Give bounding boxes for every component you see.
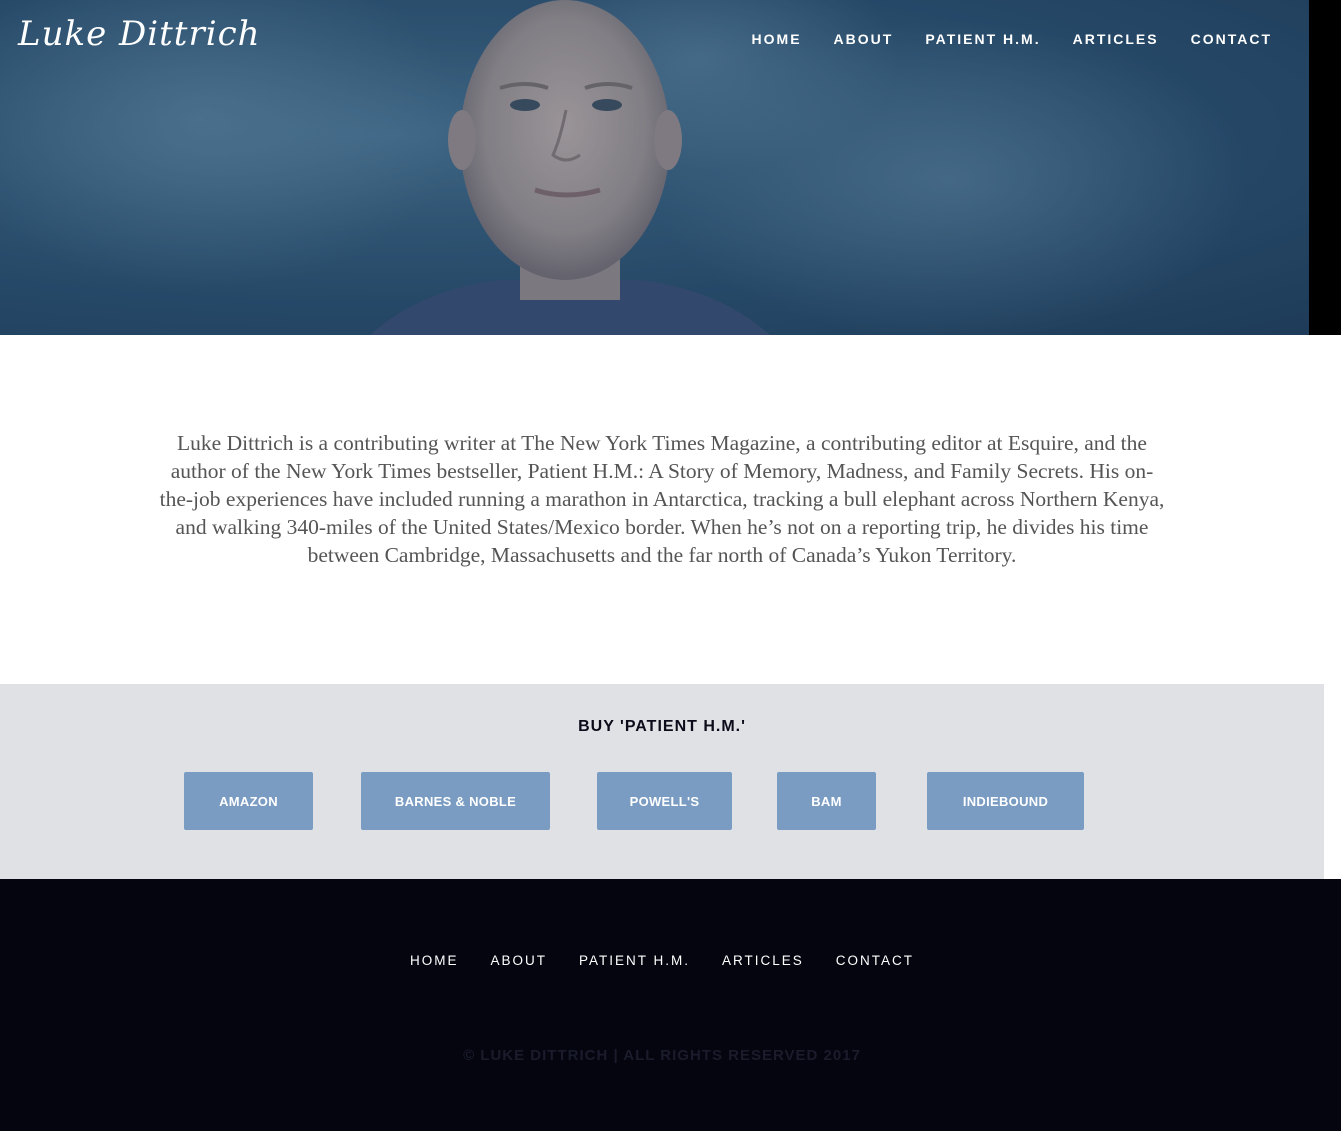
barnes-noble-button[interactable]: BARNES & NOBLE (361, 772, 550, 830)
buy-section: BUY 'PATIENT H.M.' AMAZON BARNES & NOBLE… (0, 684, 1324, 879)
footer-nav-patient-hm[interactable]: PATIENT H.M. (579, 953, 690, 968)
nav-articles[interactable]: ARTICLES (1073, 31, 1159, 47)
site-logo[interactable]: Luke Dittrich (18, 14, 261, 54)
top-nav: HOME ABOUT PATIENT H.M. ARTICLES CONTACT (720, 31, 1272, 47)
footer-nav-articles[interactable]: ARTICLES (722, 953, 804, 968)
amazon-button[interactable]: AMAZON (184, 772, 313, 830)
nav-patient-hm[interactable]: PATIENT H.M. (925, 31, 1040, 47)
bio-section: Luke Dittrich is a contributing writer a… (0, 335, 1324, 684)
copyright-text: © LUKE DITTRICH | ALL RIGHTS RESERVED 20… (463, 1047, 861, 1064)
footer-nav-contact[interactable]: CONTACT (836, 953, 914, 968)
footer-nav-about[interactable]: ABOUT (490, 953, 547, 968)
bio-text: Luke Dittrich is a contributing writer a… (159, 431, 1165, 567)
nav-home[interactable]: HOME (752, 31, 802, 47)
hero-banner: Luke Dittrich HOME ABOUT PATIENT H.M. AR… (0, 0, 1309, 335)
footer: HOME ABOUT PATIENT H.M. ARTICLES CONTACT… (0, 879, 1341, 1131)
page: Luke Dittrich HOME ABOUT PATIENT H.M. AR… (0, 0, 1341, 1131)
indiebound-button[interactable]: INDIEBOUND (927, 772, 1084, 830)
nav-contact[interactable]: CONTACT (1191, 31, 1272, 47)
footer-nav: HOME ABOUT PATIENT H.M. ARTICLES CONTACT (0, 953, 1324, 968)
bam-button[interactable]: BAM (777, 772, 876, 830)
footer-nav-home[interactable]: HOME (410, 953, 459, 968)
hero-side-strip (1309, 0, 1341, 335)
buy-heading: BUY 'PATIENT H.M.' (578, 718, 746, 735)
nav-about[interactable]: ABOUT (834, 31, 894, 47)
powells-button[interactable]: POWELL'S (597, 772, 732, 830)
